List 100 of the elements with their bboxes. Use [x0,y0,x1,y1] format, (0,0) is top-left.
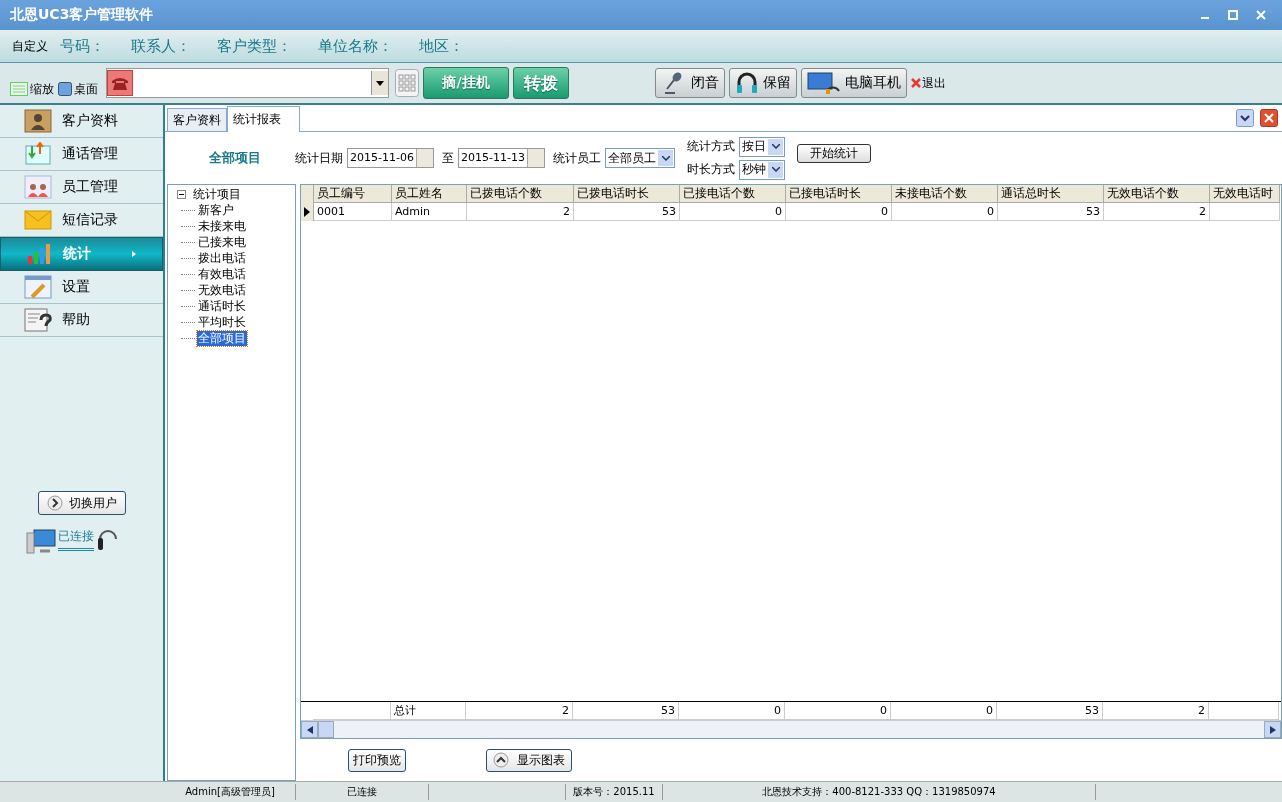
info-label: 地区： [419,36,464,56]
tab[interactable]: 统计报表 [227,106,300,132]
scrollbar-thumb[interactable] [318,721,334,738]
table-cell: 0 [892,203,998,221]
sidebar-item[interactable]: 设置 [0,271,163,304]
column-header[interactable]: 已拨电话个数 [467,185,574,203]
status-text: 已连接 [296,784,429,800]
hold-button[interactable]: 保留 [729,68,797,98]
mode-label: 统计方式 [687,138,735,155]
info-label: 号码： [60,36,105,56]
sidebar-item[interactable]: 帮助 [0,304,163,337]
scroll-right-button[interactable] [1264,721,1281,738]
print-preview-button[interactable]: 打印预览 [348,748,406,772]
to-label: 至 [442,149,454,167]
table-cell: 2 [1104,203,1210,221]
column-header[interactable]: 未接电话个数 [892,185,998,203]
column-header[interactable]: 无效电话时 [1210,185,1280,203]
chevron-icon [46,495,63,511]
header-corner [301,185,314,203]
dropdown-icon[interactable] [371,71,388,95]
zoom-button[interactable]: 缩放 [10,80,54,98]
column-header[interactable]: 员工编号 [314,185,392,203]
tree-item[interactable]: 拨出电话 [197,250,247,266]
table-cell: 53 [574,203,680,221]
duration-dropdown[interactable]: 秒钟 [739,159,785,180]
info-label: 单位名称： [318,36,393,56]
telephone-icon [107,70,133,96]
computer-icon [26,527,56,555]
info-label: 联系人： [131,36,191,56]
column-header[interactable]: 已拨电话时长 [574,185,680,203]
column-header[interactable]: 无效电话个数 [1104,185,1210,203]
right-arrow-icon [1269,725,1276,734]
horizontal-scrollbar[interactable] [301,720,1281,738]
tree-item[interactable]: 通话时长 [197,298,247,314]
connection-status: 已连接 [58,528,94,551]
phone-number-field[interactable] [106,68,389,98]
pc-headset-button[interactable]: 电脑耳机 [801,68,907,98]
list-icon [10,82,28,96]
sidebar-item[interactable]: 通话管理 [0,138,163,171]
tree-item[interactable]: 未接来电 [197,218,247,234]
mode-dropdown[interactable]: 按日 [739,136,785,157]
window-title: 北恩UC3客户管理软件 [10,6,154,24]
table-cell: 0 [786,203,892,221]
bar-chart-icon [25,242,53,266]
tree-item[interactable]: 全部项目 [197,330,247,346]
table-cell: 2 [467,203,574,221]
end-date-field[interactable]: 2015-11-13 [458,148,545,168]
column-header[interactable]: 已接电话个数 [680,185,786,203]
maximize-icon[interactable] [1228,10,1238,20]
tree-item[interactable]: 平均时长 [197,314,247,330]
customize-link[interactable]: 自定义 [12,37,48,55]
table-cell: 0 [680,203,786,221]
sidebar-item[interactable]: 员工管理 [0,171,163,204]
duration-label: 时长方式 [687,161,735,178]
tab[interactable]: 客户资料 [167,108,227,131]
tree-item[interactable]: 统计项目 [192,187,242,202]
table-cell: 53 [998,203,1104,221]
start-date-field[interactable]: 2015-11-06 [347,148,434,168]
people-icon [24,175,52,199]
status-text: 北恩技术支持：400-8121-333 QQ：1319850974 [663,784,1096,800]
table-cell [1210,203,1280,221]
arrow-icon [132,251,136,257]
tree-item[interactable]: 无效电话 [197,282,247,298]
address-book-icon [24,109,52,133]
tree-item[interactable]: 已接来电 [197,234,247,250]
switch-user-button[interactable]: 切换用户 [37,491,126,515]
table-cell: 0001 [314,203,392,221]
staff-label: 统计员工 [553,149,601,167]
row-header[interactable] [301,203,314,221]
mute-button[interactable]: 闭音 [655,68,725,98]
status-text: 版本号：2015.11 [565,784,663,800]
envelope-icon [24,208,52,232]
dropdown-icon [768,138,783,155]
monitor-icon [58,82,72,96]
column-header[interactable]: 员工姓名 [392,185,467,203]
date-label: 统计日期 [295,149,343,167]
arrows-icon [24,142,52,166]
help-icon [24,308,52,332]
sidebar-item[interactable]: 客户资料 [0,105,163,138]
tree-item[interactable]: 有效电话 [197,266,247,282]
table-cell: Admin [392,203,467,221]
collapse-icon[interactable] [177,190,186,199]
wrench-icon [24,275,52,299]
dropdown-icon [658,150,673,166]
staff-dropdown[interactable]: 全部员工 [605,148,675,168]
left-arrow-icon [306,725,313,734]
column-header[interactable]: 通话总时长 [998,185,1104,203]
chevron-icon [493,752,509,768]
close-icon[interactable] [1260,109,1278,127]
scroll-left-button[interactable] [301,721,318,738]
tree-item[interactable]: 新客户 [197,202,235,218]
start-button[interactable]: 开始统计 [797,143,871,163]
close-icon [911,78,921,88]
exit-button[interactable]: 退出 [911,74,946,92]
status-text: Admin[高级管理员] [165,784,296,800]
dropdown-icon [768,161,783,178]
show-chart-button[interactable]: 显示图表 [486,748,572,772]
collapse-icon[interactable] [1236,109,1254,127]
column-header[interactable]: 已接电话时长 [786,185,892,203]
desktop-button[interactable]: 桌面 [58,80,98,98]
